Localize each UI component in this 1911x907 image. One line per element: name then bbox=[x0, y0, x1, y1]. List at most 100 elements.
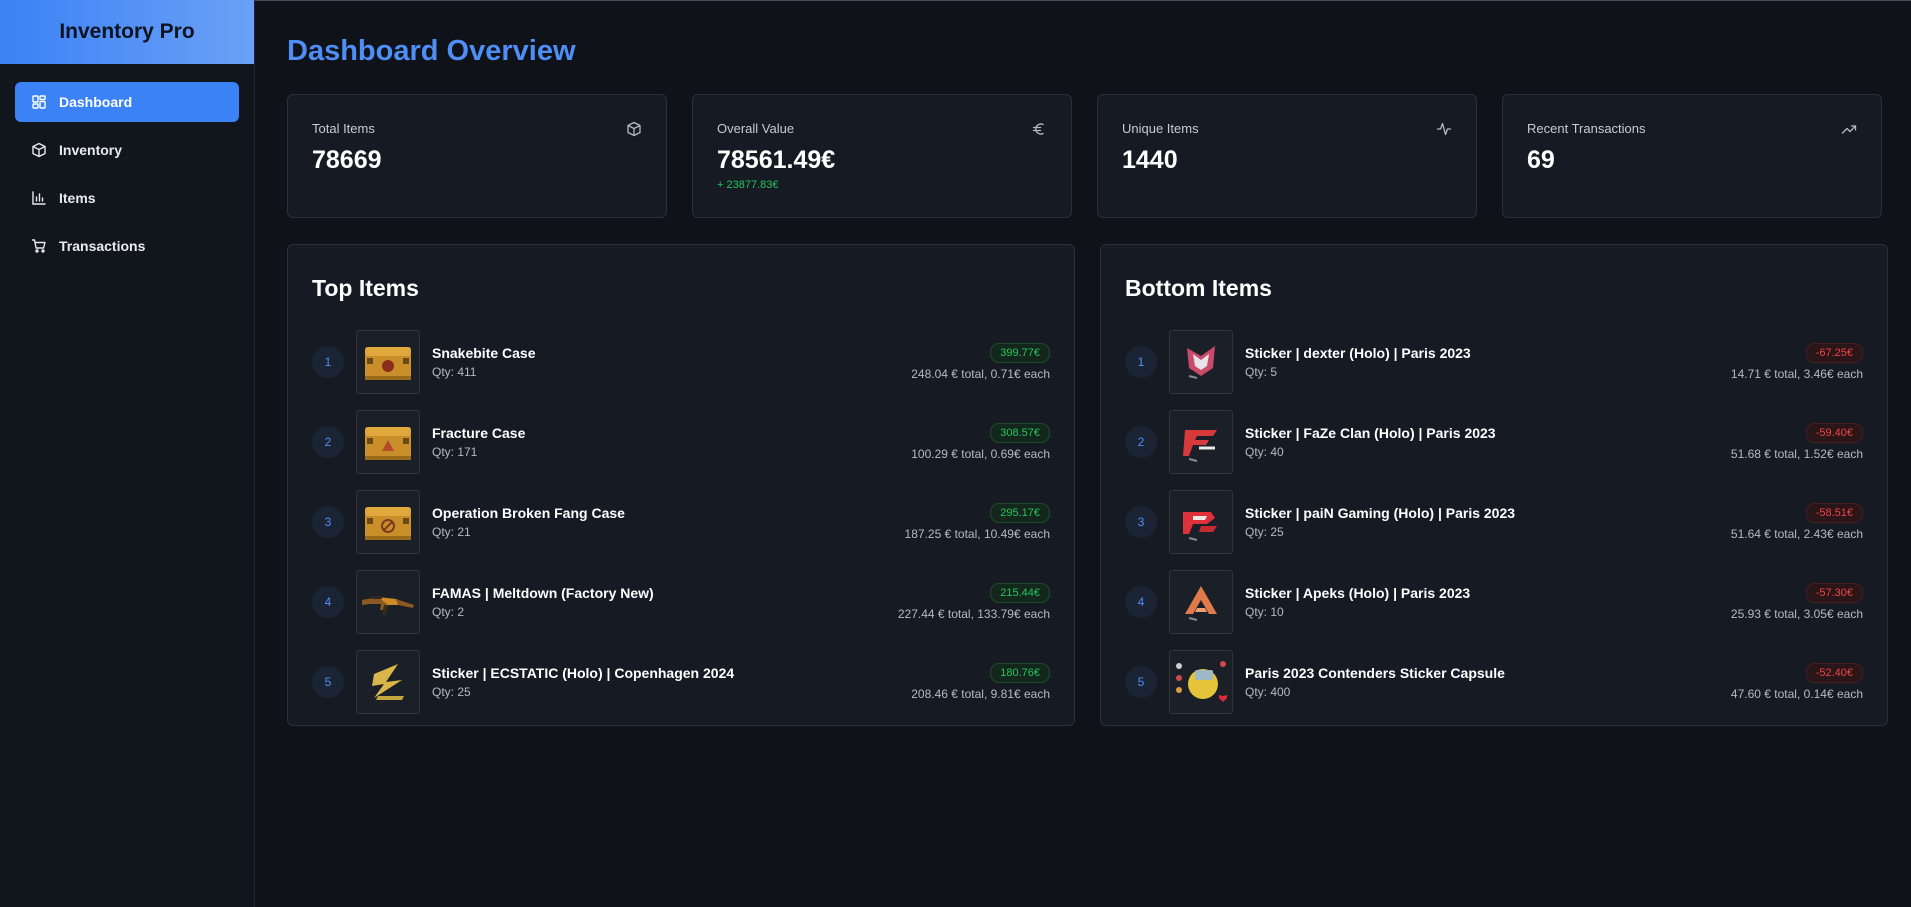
rank-badge: 4 bbox=[312, 586, 344, 618]
window-top-border bbox=[0, 0, 1911, 1]
item-total: 51.68 € total, 1.52€ each bbox=[1730, 447, 1863, 461]
item-info: Sticker | dexter (Holo) | Paris 2023 Qty… bbox=[1245, 345, 1731, 379]
stat-value: 1440 bbox=[1122, 146, 1178, 174]
list-item[interactable]: 3 Operation Broken Fang Case Qty: 21 295… bbox=[312, 490, 1050, 554]
stat-value: 78669 bbox=[312, 146, 382, 174]
item-qty: Qty: 25 bbox=[432, 685, 471, 699]
case-icon bbox=[356, 410, 420, 474]
stat-card-total-items: Total Items 78669 bbox=[287, 94, 667, 218]
item-info: Sticker | Apeks (Holo) | Paris 2023 Qty:… bbox=[1245, 585, 1731, 619]
rank-badge: 1 bbox=[1125, 346, 1157, 378]
top-items-list: 1 Snakebite Case Qty: 411 399.77€ 248.04… bbox=[312, 330, 1050, 714]
change-badge: -67.25€ bbox=[1805, 343, 1863, 363]
item-info: Paris 2023 Contenders Sticker Capsule Qt… bbox=[1245, 665, 1731, 699]
item-total: 51.64 € total, 2.43€ each bbox=[1730, 527, 1863, 541]
item-qty: Qty: 21 bbox=[432, 525, 471, 539]
list-item[interactable]: 5 Paris 2023 Contenders Sticker Capsule … bbox=[1125, 650, 1863, 714]
change-badge: -58.51€ bbox=[1805, 503, 1863, 523]
item-values: 215.44€ 227.44 € total, 133.79€ each bbox=[898, 583, 1050, 621]
item-total: 187.25 € total, 10.49€ each bbox=[904, 527, 1050, 541]
sidebar-nav: Dashboard Inventory Items Transactions bbox=[0, 64, 254, 266]
list-item[interactable]: 5 Sticker | ECSTATIC (Holo) | Copenhagen… bbox=[312, 650, 1050, 714]
stat-value: 78561.49€ bbox=[717, 146, 836, 174]
item-total: 47.60 € total, 0.14€ each bbox=[1730, 687, 1863, 701]
item-name: Snakebite Case bbox=[432, 345, 536, 361]
list-item[interactable]: 4 FAMAS | Meltdown (Factory New) Qty: 2 … bbox=[312, 570, 1050, 634]
item-name: Sticker | Apeks (Holo) | Paris 2023 bbox=[1245, 585, 1471, 601]
item-name: Operation Broken Fang Case bbox=[432, 505, 625, 521]
item-qty: Qty: 10 bbox=[1245, 605, 1284, 619]
item-values: -59.40€ 51.68 € total, 1.52€ each bbox=[1731, 423, 1863, 461]
rank-badge: 5 bbox=[312, 666, 344, 698]
dashboard-icon bbox=[31, 94, 47, 110]
list-item[interactable]: 4 Sticker | Apeks (Holo) | Paris 2023 Qt… bbox=[1125, 570, 1863, 634]
rank-badge: 5 bbox=[1125, 666, 1157, 698]
item-total: 100.29 € total, 0.69€ each bbox=[911, 447, 1050, 461]
activity-icon bbox=[1436, 121, 1452, 137]
rank-badge: 3 bbox=[1125, 506, 1157, 538]
item-total: 208.46 € total, 9.81€ each bbox=[911, 687, 1050, 701]
panel-title: Bottom Items bbox=[1125, 275, 1272, 301]
stat-card-overall-value: Overall Value 78561.49€ + 23877.83€ bbox=[692, 94, 1072, 218]
item-name: Sticker | ECSTATIC (Holo) | Copenhagen 2… bbox=[432, 665, 735, 681]
item-total: 248.04 € total, 0.71€ each bbox=[911, 367, 1050, 381]
change-badge: 180.76€ bbox=[990, 663, 1050, 683]
item-name: Paris 2023 Contenders Sticker Capsule bbox=[1245, 665, 1505, 681]
item-name: Fracture Case bbox=[432, 425, 526, 441]
item-qty: Qty: 25 bbox=[1245, 525, 1284, 539]
list-item[interactable]: 1 Sticker | dexter (Holo) | Paris 2023 Q… bbox=[1125, 330, 1863, 394]
stats-row: Total Items 78669 Overall Value 78561.49… bbox=[287, 94, 1882, 218]
sticker-ecstatic-icon bbox=[356, 650, 420, 714]
item-values: 308.57€ 100.29 € total, 0.69€ each bbox=[911, 423, 1050, 461]
stat-card-recent-transactions: Recent Transactions 69 bbox=[1502, 94, 1882, 218]
case-icon bbox=[356, 490, 420, 554]
stat-label: Total Items bbox=[312, 121, 375, 136]
list-item[interactable]: 2 Fracture Case Qty: 171 308.57€ 100.29 … bbox=[312, 410, 1050, 474]
bottom-items-list: 1 Sticker | dexter (Holo) | Paris 2023 Q… bbox=[1125, 330, 1863, 714]
change-badge: -52.40€ bbox=[1805, 663, 1863, 683]
item-values: 399.77€ 248.04 € total, 0.71€ each bbox=[911, 343, 1050, 381]
sidebar-item-label: Inventory bbox=[59, 142, 123, 158]
sidebar-item-inventory[interactable]: Inventory bbox=[15, 130, 239, 170]
panels-row: Top Items 1 Snakebite Case Qty: 411 399.… bbox=[287, 244, 1888, 726]
change-badge: -57.30€ bbox=[1805, 583, 1863, 603]
cart-icon bbox=[31, 238, 47, 254]
box-icon bbox=[626, 121, 642, 137]
stat-value: 69 bbox=[1527, 146, 1555, 174]
app-title: Inventory Pro bbox=[0, 0, 254, 64]
change-badge: 399.77€ bbox=[990, 343, 1050, 363]
case-icon bbox=[356, 330, 420, 394]
rank-badge: 2 bbox=[312, 426, 344, 458]
stat-label: Unique Items bbox=[1122, 121, 1199, 136]
list-item[interactable]: 2 Sticker | FaZe Clan (Holo) | Paris 202… bbox=[1125, 410, 1863, 474]
sidebar-item-label: Dashboard bbox=[59, 94, 133, 110]
rifle-icon bbox=[356, 570, 420, 634]
item-qty: Qty: 40 bbox=[1245, 445, 1284, 459]
trending-up-icon bbox=[1841, 121, 1857, 137]
item-info: Sticker | FaZe Clan (Holo) | Paris 2023 … bbox=[1245, 425, 1731, 459]
sticker-dexter-icon bbox=[1169, 330, 1233, 394]
sidebar-item-transactions[interactable]: Transactions bbox=[15, 226, 239, 266]
sidebar: Inventory Pro Dashboard Inventory Items … bbox=[0, 0, 255, 907]
item-name: FAMAS | Meltdown (Factory New) bbox=[432, 585, 654, 601]
item-info: Operation Broken Fang Case Qty: 21 bbox=[432, 505, 905, 539]
list-item[interactable]: 1 Snakebite Case Qty: 411 399.77€ 248.04… bbox=[312, 330, 1050, 394]
item-info: FAMAS | Meltdown (Factory New) Qty: 2 bbox=[432, 585, 898, 619]
item-values: -52.40€ 47.60 € total, 0.14€ each bbox=[1731, 663, 1863, 701]
sidebar-item-items[interactable]: Items bbox=[15, 178, 239, 218]
item-qty: Qty: 5 bbox=[1245, 365, 1278, 379]
item-total: 227.44 € total, 133.79€ each bbox=[897, 607, 1050, 621]
item-values: -57.30€ 25.93 € total, 3.05€ each bbox=[1731, 583, 1863, 621]
rank-badge: 4 bbox=[1125, 586, 1157, 618]
rank-badge: 2 bbox=[1125, 426, 1157, 458]
change-badge: 215.44€ bbox=[990, 583, 1050, 603]
item-qty: Qty: 411 bbox=[432, 365, 477, 379]
change-badge: 308.57€ bbox=[990, 423, 1050, 443]
sidebar-item-dashboard[interactable]: Dashboard bbox=[15, 82, 239, 122]
item-name: Sticker | paiN Gaming (Holo) | Paris 202… bbox=[1245, 505, 1516, 521]
sidebar-item-label: Transactions bbox=[59, 238, 146, 254]
stat-card-unique-items: Unique Items 1440 bbox=[1097, 94, 1477, 218]
stat-label: Recent Transactions bbox=[1527, 121, 1646, 136]
list-item[interactable]: 3 Sticker | paiN Gaming (Holo) | Paris 2… bbox=[1125, 490, 1863, 554]
item-name: Sticker | dexter (Holo) | Paris 2023 bbox=[1245, 345, 1471, 361]
